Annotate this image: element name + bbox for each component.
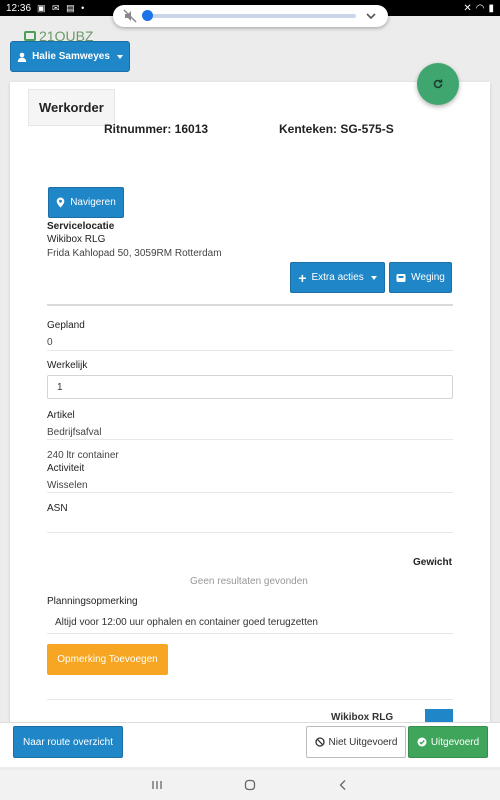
status-right-icons: ✕ ◠ ▮: [463, 3, 494, 14]
home-icon[interactable]: [244, 779, 256, 791]
recent-apps-icon[interactable]: [151, 779, 163, 791]
empty-results: Geen resultaten gevonden: [190, 576, 308, 587]
planning-remark-label: Planningsopmerking: [47, 596, 138, 607]
not-done-button[interactable]: Niet Uitgevoerd: [306, 726, 406, 758]
caret-down-icon: [116, 54, 123, 59]
divider: [47, 304, 453, 306]
done-button[interactable]: Uitgevoerd: [408, 726, 488, 758]
planning-remark-text: Altijd voor 12:00 uur ophalen en contain…: [55, 617, 318, 628]
scale-icon: [396, 273, 406, 282]
volume-slider-thumb[interactable]: [142, 10, 153, 21]
weging-button[interactable]: Weging: [389, 262, 452, 293]
logo-icon: [24, 31, 36, 41]
artikel-label: Artikel: [47, 410, 75, 421]
weging-label: Weging: [411, 272, 445, 283]
navigate-label: Navigeren: [70, 197, 116, 208]
map-marker-icon: [56, 197, 65, 208]
gepland-value: 0: [47, 337, 53, 348]
artikel-value: Bedrijfsafval: [47, 427, 102, 438]
mute-icon: ✕: [463, 2, 472, 14]
card-title: Werkorder: [28, 89, 115, 126]
ritnummer: Ritnummer: 16013: [104, 122, 209, 136]
add-remark-label: Opmerking Toevoegen: [57, 654, 158, 665]
route-overview-button[interactable]: Naar route overzicht: [13, 726, 123, 758]
user-name: Halie Samweyes: [32, 51, 110, 62]
back-icon[interactable]: [337, 779, 349, 791]
status-time: 12:36: [6, 2, 32, 14]
navigate-button[interactable]: Navigeren: [48, 187, 124, 218]
gepland-label: Gepland: [47, 320, 85, 331]
notification-icons: ▣ ✉ ▤ •: [37, 2, 87, 13]
werkelijk-input[interactable]: 1: [47, 375, 453, 399]
user-icon: [17, 52, 27, 62]
kenteken: Kenteken: SG-575-S: [279, 122, 394, 136]
next-item-button[interactable]: [425, 709, 453, 722]
activiteit-label: Activiteit: [47, 463, 85, 474]
werkelijk-label: Werkelijk: [47, 360, 88, 371]
werkelijk-input-value: 1: [57, 381, 63, 393]
plus-icon: +: [298, 269, 307, 286]
route-overview-label: Naar route overzicht: [22, 736, 114, 748]
divider: [47, 492, 453, 493]
activiteit-value: Wisselen: [47, 480, 88, 491]
work-order-card: Werkorder Ritnummer: 16013 Kenteken: SG-…: [10, 82, 490, 722]
service-location-address: Frida Kahlopad 50, 3059RM Rotterdam: [47, 248, 222, 259]
divider: [47, 350, 453, 351]
extra-actions-label: Extra acties: [311, 272, 364, 283]
user-menu-button[interactable]: Halie Samweyes: [10, 41, 130, 72]
add-remark-button[interactable]: Opmerking Toevoegen: [47, 644, 168, 675]
asn-label: ASN: [47, 503, 68, 514]
chevron-down-icon[interactable]: [364, 9, 378, 23]
done-label: Uitgevoerd: [430, 736, 480, 748]
next-item-name: Wikibox RLG: [331, 712, 394, 722]
divider: [47, 439, 453, 440]
wifi-icon: ◠: [475, 2, 485, 14]
ban-icon: [314, 737, 325, 747]
service-location-heading: Servicelocatie: [47, 221, 115, 232]
divider: [47, 532, 453, 533]
divider: [47, 699, 453, 700]
container-value: 240 ltr container: [47, 450, 119, 461]
battery-icon: ▮: [488, 2, 494, 14]
volume-slider[interactable]: [142, 10, 356, 21]
caret-down-icon: [370, 275, 377, 280]
refresh-button[interactable]: [417, 63, 459, 105]
refresh-icon: [433, 79, 443, 89]
volume-overlay: [113, 5, 388, 27]
check-circle-icon: [417, 737, 427, 747]
divider: [47, 633, 453, 634]
volume-muted-icon[interactable]: [123, 9, 137, 23]
weight-column-header: Gewicht: [413, 557, 452, 568]
service-location-name: Wikibox RLG: [47, 234, 106, 245]
android-nav-bar: [0, 770, 500, 800]
not-done-label: Niet Uitgevoerd: [328, 736, 398, 748]
extra-actions-button[interactable]: + Extra acties: [290, 262, 385, 293]
